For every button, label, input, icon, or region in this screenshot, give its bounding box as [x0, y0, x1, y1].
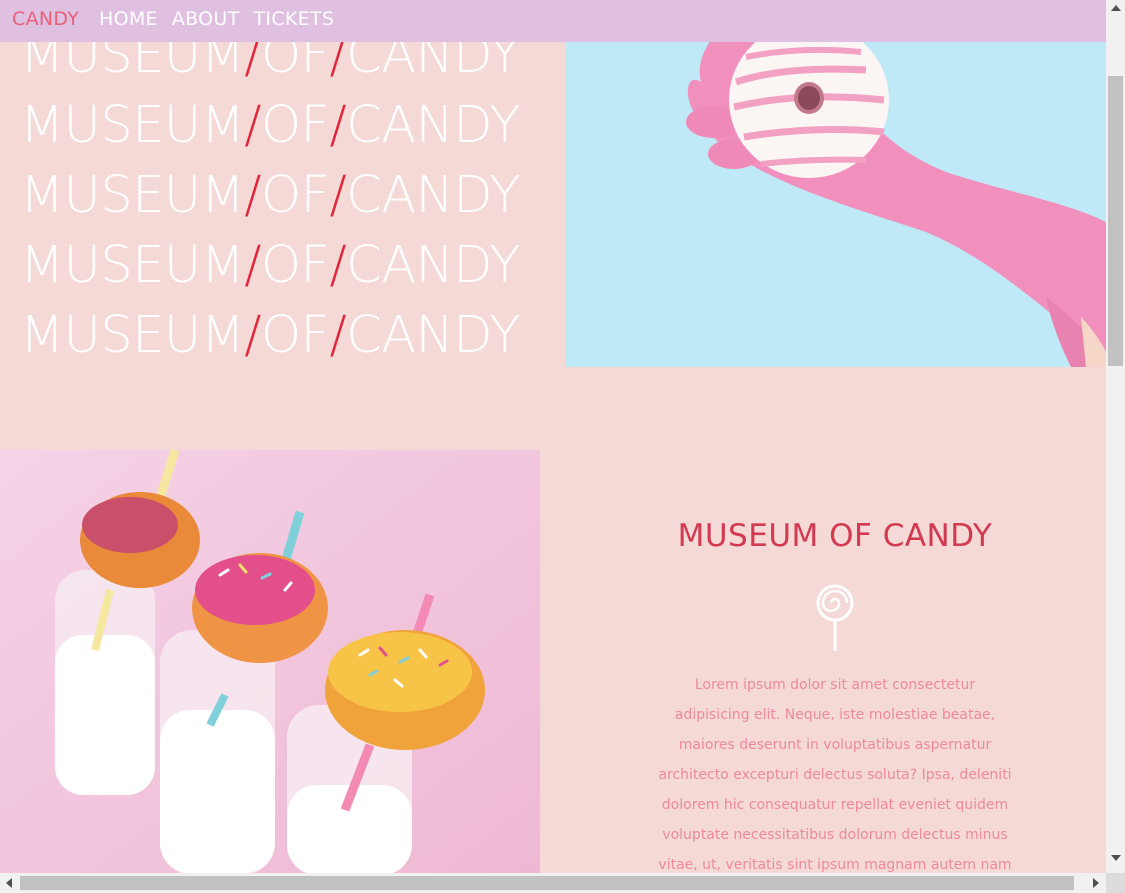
scroll-left-icon[interactable]: [6, 878, 12, 888]
scroll-down-icon[interactable]: [1111, 855, 1121, 861]
nav-link-about[interactable]: ABOUT: [172, 8, 240, 30]
lollipop-icon: [816, 584, 854, 651]
section-paragraph: Lorem ipsum dolor sit amet consectetur a…: [658, 677, 1012, 873]
nav-link-tickets[interactable]: TICKETS: [254, 8, 335, 30]
hero-line: MUSEUM/OF/CANDY: [20, 96, 520, 155]
scroll-up-icon[interactable]: [1111, 5, 1121, 11]
donuts-milk-bottles-image: [0, 450, 540, 873]
hero-line: MUSEUM/OF/CANDY: [20, 166, 520, 225]
donut-glove-image: [566, 42, 1106, 367]
hero-title-block: MUSEUM/OF/CANDY MUSEUM/OF/CANDY MUSEUM/O…: [20, 21, 520, 371]
hero-line: MUSEUM/OF/CANDY: [20, 236, 520, 295]
hero-line: MUSEUM/OF/CANDY: [20, 306, 520, 365]
horizontal-scrollbar[interactable]: [0, 873, 1106, 893]
scrollbar-corner: [1106, 873, 1125, 893]
brand-logo[interactable]: CANDY: [12, 8, 79, 30]
nav-link-home[interactable]: HOME: [99, 8, 158, 30]
scroll-right-icon[interactable]: [1093, 878, 1099, 888]
nav-links: HOME ABOUT TICKETS: [99, 8, 334, 30]
top-navbar: CANDY HOME ABOUT TICKETS: [0, 0, 1106, 42]
page-viewport: CANDY HOME ABOUT TICKETS MUSEUM/OF/CANDY…: [0, 0, 1106, 873]
vertical-scrollbar[interactable]: [1106, 0, 1125, 873]
about-section: MUSEUM OF CANDY Lorem ipsum dolor sit am…: [565, 450, 1105, 873]
horizontal-scroll-thumb[interactable]: [20, 876, 1074, 890]
section-title: MUSEUM OF CANDY: [677, 518, 993, 554]
vertical-scroll-thumb[interactable]: [1108, 76, 1123, 366]
